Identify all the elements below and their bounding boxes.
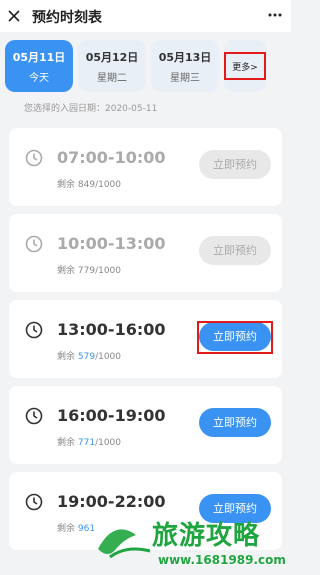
highlight-box [197,321,273,354]
date-tab-weekday: 星期二 [97,73,127,84]
slot-time: 07:00-10:00 [57,148,166,167]
date-tab-1[interactable]: 05月12日 星期二 [78,40,146,92]
date-tab-date: 05月12日 [85,51,139,64]
watermark-brand: 旅游攻略 [152,521,261,551]
date-tab-date: 05月11日 [12,51,66,64]
slot-card: 10:00-13:00 剩余 779/1000 立即预约 [9,214,282,292]
date-tab-date: 05月13日 [158,51,212,64]
clock-icon [25,235,43,253]
watermark-url: www.1681989.com [158,553,286,567]
top-bar: 预约时刻表 [0,0,291,32]
slot-time: 13:00-16:00 [57,320,166,339]
clock-icon [25,321,43,339]
slot-card: 07:00-10:00 剩余 849/1000 立即预约 [9,128,282,206]
date-tab-0[interactable]: 05月11日 今天 [5,40,73,92]
slot-remaining: 剩余 849/1000 [57,180,121,190]
more-dots-icon[interactable] [267,7,283,23]
slot-remaining: 剩余 771/1000 [57,438,121,448]
slot-remaining: 剩余 961 [57,524,96,534]
more-dates-button[interactable]: 更多> [224,40,266,92]
date-tab-weekday: 今天 [29,73,49,84]
date-tabs: 05月11日 今天 05月12日 星期二 05月13日 星期三 更多> [0,40,291,94]
clock-icon [25,149,43,167]
slot-remaining: 剩余 579/1000 [57,352,121,362]
chosen-date-text: 您选择的入园日期：2020-05-11 [24,104,158,114]
clock-icon [25,493,43,511]
slot-time: 16:00-19:00 [57,406,166,425]
date-tab-weekday: 星期三 [170,73,200,84]
page-title: 预约时刻表 [32,10,102,26]
date-tab-2[interactable]: 05月13日 星期三 [151,40,219,92]
watermark: 旅游攻略 www.1681989.com [92,505,291,575]
book-button[interactable]: 立即预约 [199,236,271,265]
close-icon[interactable] [6,8,22,24]
book-button[interactable]: 立即预约 [199,150,271,179]
slot-time: 10:00-13:00 [57,234,166,253]
clock-icon [25,407,43,425]
slot-card: 16:00-19:00 剩余 771/1000 立即预约 [9,386,282,464]
slot-remaining: 剩余 779/1000 [57,266,121,276]
more-dates-label: 更多> [224,52,266,80]
book-button[interactable]: 立即预约 [199,408,271,437]
